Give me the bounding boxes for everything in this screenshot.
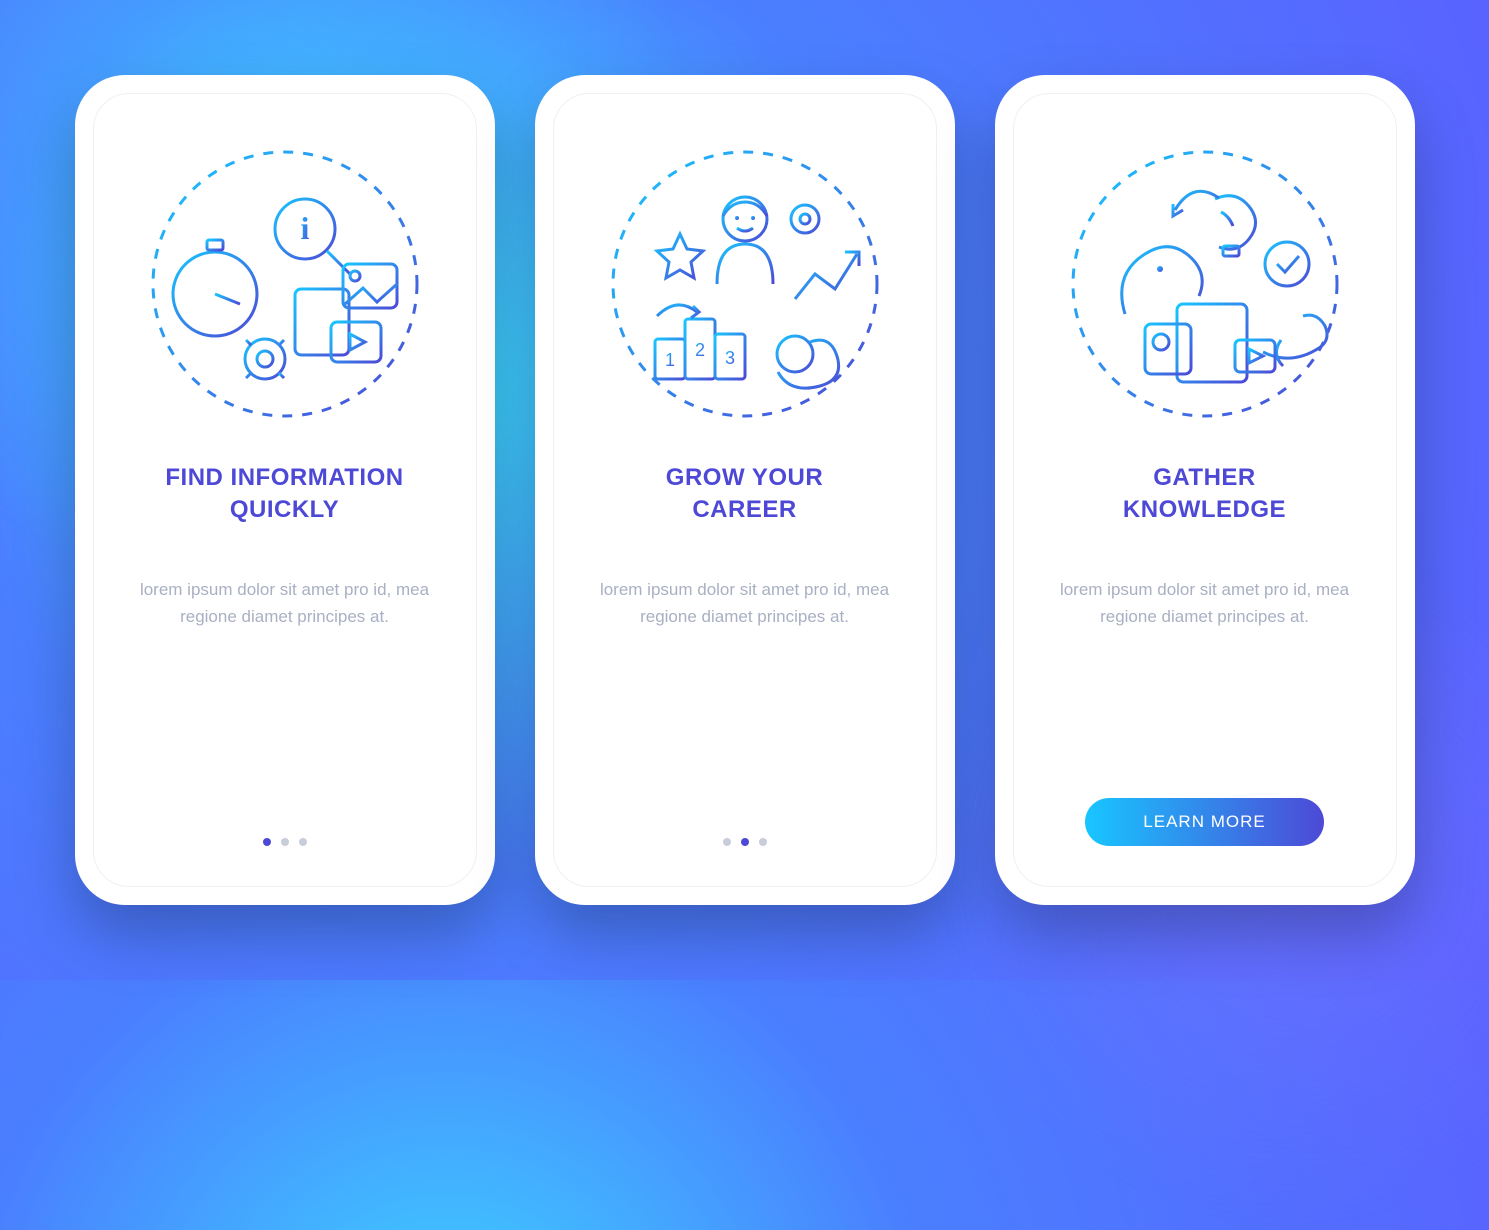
onboarding-title: GROW YOUR CAREER [666, 462, 823, 530]
pager-dot-3[interactable] [759, 838, 767, 846]
onboarding-screen-2: 1 2 3 GROW YOUR CAREER lorem ipsum dolor… [553, 93, 937, 887]
onboarding-title: FIND INFORMATION QUICKLY [165, 462, 403, 530]
info-search-icon: i [145, 144, 425, 424]
svg-text:2: 2 [694, 340, 704, 360]
svg-text:i: i [300, 210, 309, 246]
onboarding-description: lorem ipsum dolor sit amet pro id, mea r… [135, 576, 435, 630]
page-indicator [263, 838, 307, 858]
onboarding-phone-1: i FIND INFORMATION QUICKLY lorem ipsum d… [75, 75, 495, 905]
onboarding-title: GATHER KNOWLEDGE [1123, 462, 1286, 530]
learn-more-button[interactable]: LEARN MORE [1085, 798, 1323, 846]
onboarding-description: lorem ipsum dolor sit amet pro id, mea r… [595, 576, 895, 630]
cta-container: LEARN MORE [1085, 798, 1323, 858]
pager-dot-1[interactable] [263, 838, 271, 846]
onboarding-screen-3: GATHER KNOWLEDGE lorem ipsum dolor sit a… [1013, 93, 1397, 887]
page-indicator [723, 838, 767, 858]
pager-dot-2[interactable] [741, 838, 749, 846]
career-growth-icon: 1 2 3 [605, 144, 885, 424]
pager-dot-1[interactable] [723, 838, 731, 846]
onboarding-screen-1: i FIND INFORMATION QUICKLY lorem ipsum d… [93, 93, 477, 887]
knowledge-gather-icon [1065, 144, 1345, 424]
onboarding-phone-2: 1 2 3 GROW YOUR CAREER lorem ipsum dolor… [535, 75, 955, 905]
pager-dot-3[interactable] [299, 838, 307, 846]
svg-text:3: 3 [724, 348, 734, 368]
onboarding-phone-3: GATHER KNOWLEDGE lorem ipsum dolor sit a… [995, 75, 1415, 905]
pager-dot-2[interactable] [281, 838, 289, 846]
svg-text:1: 1 [664, 350, 674, 370]
onboarding-description: lorem ipsum dolor sit amet pro id, mea r… [1055, 576, 1355, 630]
